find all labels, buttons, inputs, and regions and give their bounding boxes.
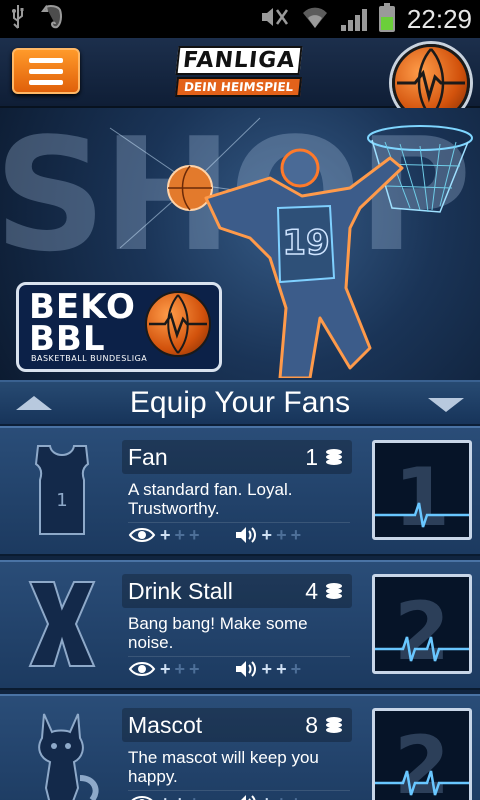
- plus-icon: +: [261, 658, 273, 679]
- battery-charging-icon: [378, 3, 395, 32]
- beko-basketball-icon: [145, 291, 211, 357]
- plus-icon: +: [290, 524, 302, 545]
- heartbeat-line-icon: [375, 636, 469, 662]
- item-title-bar: Drink Stall 4: [122, 574, 352, 608]
- coin-stack-icon: [326, 449, 342, 465]
- eye-icon: [128, 527, 156, 542]
- coin-stack-icon: [326, 583, 342, 599]
- sound-stat: +++: [234, 793, 302, 800]
- wifi-icon: [301, 5, 329, 33]
- shop-item-fan[interactable]: 1 Fan 1 A standard fan. Loyal. Trustwort…: [0, 426, 480, 556]
- item-name: Fan: [128, 444, 168, 470]
- status-time: 22:29: [406, 3, 472, 34]
- item-cost: 4: [305, 578, 318, 604]
- jersey-icon: 1: [20, 440, 104, 540]
- signal-icon: [340, 7, 367, 31]
- section-header: Equip Your Fans: [0, 380, 480, 426]
- plus-icon: +: [160, 658, 171, 679]
- drink-stall-icon: [20, 574, 104, 674]
- scroll-down-arrow-icon[interactable]: [428, 398, 464, 412]
- item-info-panel: Drink Stall 4 Bang bang! Make some noise…: [122, 574, 352, 682]
- eye-icon: [131, 795, 153, 800]
- item-stats: +++ +++: [128, 790, 350, 800]
- item-info-panel: Mascot 8 The mascot will keep you happy.…: [122, 708, 352, 800]
- heartbeat-line-icon: [375, 770, 469, 796]
- beko-logo-sub: BASKETBALL BUNDESLIGA: [31, 354, 148, 363]
- jersey-number: 19: [282, 223, 329, 263]
- item-name: Mascot: [128, 712, 203, 738]
- plus-icon: +: [160, 794, 171, 800]
- logo-sub-text: DEIN HEIMSPIEL: [175, 77, 303, 97]
- app-logo: FANLIGA DEIN HEIMSPIEL: [166, 46, 312, 97]
- item-description: A standard fan. Loyal. Trustworthy.: [128, 480, 293, 518]
- plus-icon: +: [261, 524, 273, 545]
- plus-icon: +: [290, 658, 302, 679]
- heartbeat-line-icon: [375, 502, 469, 528]
- status-bar: 22:29: [0, 0, 480, 38]
- item-cost: 1: [305, 444, 318, 470]
- menu-icon-bar: [29, 57, 63, 63]
- shop-item-mascot[interactable]: Mascot 8 The mascot will keep you happy.…: [0, 694, 480, 800]
- plus-icon: +: [189, 794, 200, 800]
- plus-icon: +: [276, 524, 287, 545]
- item-description: The mascot will keep you happy.: [128, 748, 319, 786]
- plus-icon: +: [175, 794, 186, 800]
- menu-button[interactable]: [12, 48, 80, 94]
- item-title-bar: Fan 1: [122, 440, 352, 474]
- vision-stat: +++: [128, 526, 200, 544]
- menu-icon-bar: [29, 68, 63, 74]
- plus-icon: +: [174, 658, 186, 679]
- item-stats: +++ +++: [128, 656, 350, 680]
- speaker-icon: [235, 794, 256, 800]
- usb-icon: [10, 4, 26, 34]
- plus-icon: +: [160, 524, 171, 545]
- shop-item-list[interactable]: 1 Fan 1 A standard fan. Loyal. Trustwort…: [0, 426, 480, 800]
- scroll-up-arrow-icon[interactable]: [16, 396, 52, 410]
- plus-icon: +: [276, 794, 287, 800]
- item-cost: 8: [305, 712, 318, 738]
- item-title-bar: Mascot 8: [122, 708, 352, 742]
- vision-stat: +++: [128, 660, 200, 678]
- plus-icon: +: [174, 524, 186, 545]
- item-name: Drink Stall: [128, 578, 233, 604]
- beko-bbl-logo: BEKO BBL BASKETBALL BUNDESLIGA: [16, 282, 222, 372]
- item-level-card[interactable]: 2: [372, 574, 472, 674]
- logo-main-text: FANLIGA: [175, 46, 303, 75]
- item-info-panel: Fan 1 A standard fan. Loyal. Trustworthy…: [122, 440, 352, 548]
- plus-icon: +: [291, 794, 302, 800]
- item-level-card[interactable]: 1: [372, 440, 472, 540]
- coin-stack-icon: [326, 717, 342, 733]
- jersey-icon-number: 1: [56, 490, 67, 511]
- vision-stat: +++: [128, 794, 200, 800]
- plus-icon: +: [189, 658, 200, 679]
- plus-icon: +: [276, 658, 287, 679]
- sound-stat: +++: [234, 524, 302, 545]
- sound-stat: +++: [234, 658, 302, 679]
- evernote-icon: [40, 4, 64, 34]
- mute-icon: [259, 5, 289, 33]
- shop-item-drink-stall[interactable]: Drink Stall 4 Bang bang! Make some noise…: [0, 560, 480, 690]
- beko-logo-line2: BBL: [29, 319, 106, 359]
- eye-icon: [128, 661, 156, 676]
- item-description: Bang bang! Make some noise.: [128, 614, 308, 652]
- plus-icon: +: [189, 524, 200, 545]
- speaker-icon: [235, 526, 256, 543]
- plus-icon: +: [262, 794, 273, 800]
- section-title: Equip Your Fans: [129, 386, 351, 419]
- shop-banner: SHOP 19 BEKO BBL BASKETBALL BUNDESLIGA: [0, 108, 480, 380]
- speaker-icon: [235, 660, 256, 677]
- app-header: FANLIGA DEIN HEIMSPIEL: [0, 38, 480, 122]
- item-stats: +++ +++: [128, 522, 350, 546]
- mascot-icon: [20, 708, 104, 800]
- item-level-card[interactable]: 2: [372, 708, 472, 800]
- menu-icon-bar: [29, 79, 63, 85]
